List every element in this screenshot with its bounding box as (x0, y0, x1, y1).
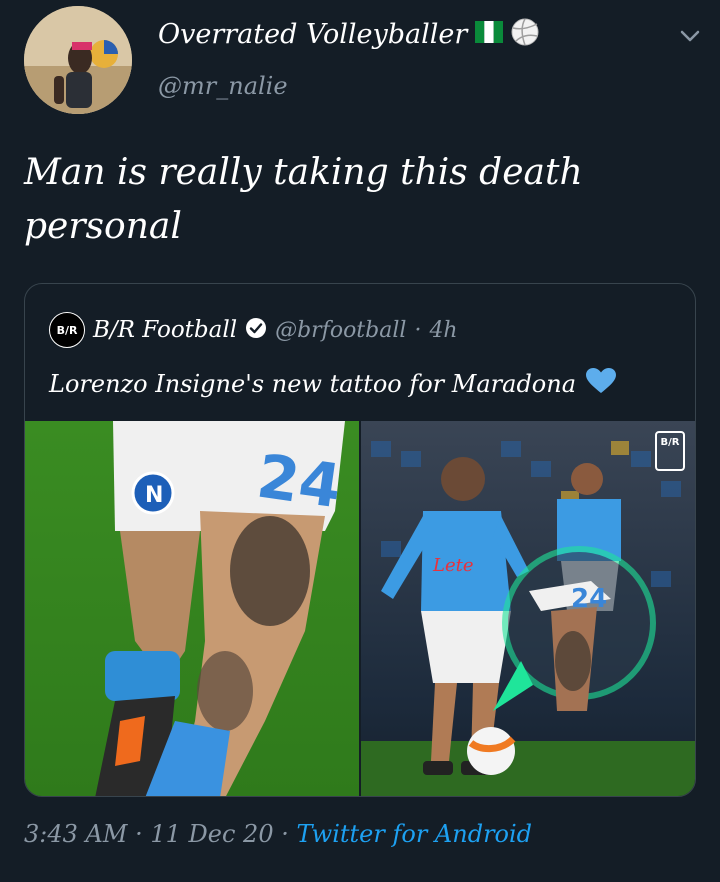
quoted-text: Lorenzo Insigne's new tattoo for Maradon… (49, 370, 577, 398)
quoted-media[interactable]: 24 N Lete 24 B/R (25, 421, 695, 796)
svg-text:24: 24 (253, 442, 345, 523)
footer-separator-2: · (281, 820, 289, 848)
quoted-tweet[interactable]: B/R B/R Football @brfootball · 4h Lorenz… (24, 283, 696, 797)
blue-heart-icon (586, 368, 617, 400)
quoted-avatar-label: B/R (56, 323, 78, 337)
media-photo-action[interactable]: Lete 24 B/R (361, 421, 695, 796)
display-name[interactable]: Overrated Volleyballer (158, 19, 467, 50)
tweet-time[interactable]: 3:43 AM (24, 820, 127, 848)
volleyball-icon (511, 18, 539, 50)
tweet-source-link[interactable]: Twitter for Android (297, 820, 533, 848)
quoted-avatar[interactable]: B/R (49, 312, 85, 348)
display-name-row: Overrated Volleyballer (158, 18, 539, 50)
quoted-handle[interactable]: @brfootball (275, 318, 406, 343)
tweet-date[interactable]: 11 Dec 20 (150, 820, 273, 848)
tweet-header: Overrated Volleyballer @mr_nalie (24, 6, 704, 116)
user-handle[interactable]: @mr_nalie (158, 72, 288, 100)
quoted-display-name[interactable]: B/R Football (93, 317, 237, 343)
media-photo-closeup[interactable]: 24 N (25, 421, 359, 796)
media-watermark: B/R (655, 431, 685, 471)
tweet-text: Man is really taking this death personal (24, 152, 583, 247)
quoted-age: 4h (429, 317, 458, 343)
footer-separator-1: · (135, 820, 143, 848)
chevron-down-icon[interactable] (676, 22, 704, 50)
quoted-separator: · (414, 317, 422, 343)
tweet-footer: 3:43 AM · 11 Dec 20 · Twitter for Androi… (24, 820, 532, 848)
verified-badge-icon (245, 317, 267, 343)
media-watermark-label: B/R (660, 437, 680, 448)
svg-text:Lete: Lete (432, 555, 474, 576)
nigeria-flag-icon (475, 21, 504, 47)
quoted-text-row: Lorenzo Insigne's new tattoo for Maradon… (49, 368, 617, 400)
avatar[interactable] (24, 6, 132, 114)
svg-text:N: N (145, 483, 163, 508)
quoted-tweet-header: B/R B/R Football @brfootball · 4h (49, 312, 458, 348)
